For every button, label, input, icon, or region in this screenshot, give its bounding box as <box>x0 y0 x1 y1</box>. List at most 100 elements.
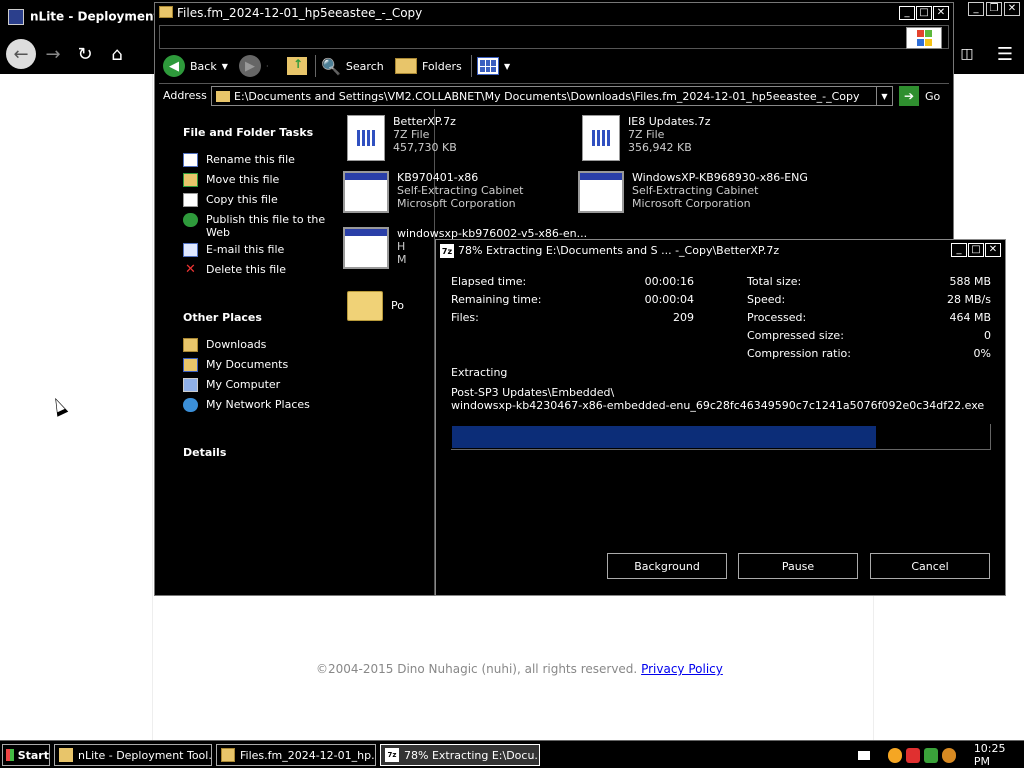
sidebar-icon[interactable]: ◫ <box>952 39 982 69</box>
speed-label: Speed: <box>747 293 786 306</box>
explorer-titlebar[interactable]: Files.fm_2024-12-01_hp5eeastee_-_Copy _ … <box>155 3 953 23</box>
task-copy[interactable]: Copy this file <box>183 193 326 207</box>
7zip-icon: 7z <box>385 748 399 762</box>
file-item[interactable]: IE8 Updates.7z 7Z File 356,942 KB <box>582 115 711 161</box>
toolbar-separator <box>471 55 472 77</box>
file-item[interactable]: BetterXP.7z 7Z File 457,730 KB <box>347 115 457 161</box>
explorer-window-controls: _ □ ✕ <box>899 6 949 20</box>
task-delete[interactable]: ✕ Delete this file <box>183 263 326 277</box>
exe-file-icon <box>343 171 389 213</box>
folders-button[interactable]: Folders <box>395 54 462 78</box>
progress-bar <box>451 424 991 450</box>
explorer-toolbar: ◀ Back ▼ ▶ · ↑ 🔍 Search Folders ▼ <box>159 51 949 81</box>
folders-label: Folders <box>422 59 462 73</box>
cancel-button[interactable]: Cancel <box>870 553 990 579</box>
compression-ratio-value: 0% <box>973 347 991 360</box>
search-icon[interactable] <box>941 747 956 763</box>
up-folder-icon: ↑ <box>287 57 307 75</box>
remaining-time-label: Remaining time: <box>451 293 542 306</box>
task-label: Move this file <box>206 173 280 186</box>
nlite-favicon-icon <box>8 9 24 25</box>
processed-value: 464 MB <box>949 311 991 324</box>
compressed-size-value: 0 <box>984 329 991 342</box>
place-downloads[interactable]: Downloads <box>183 338 326 352</box>
task-publish[interactable]: Publish this file to the Web <box>183 213 326 239</box>
minimize-icon[interactable]: _ <box>899 6 915 20</box>
address-input[interactable]: E:\Documents and Settings\VM2.COLLABNET\… <box>211 86 893 106</box>
task-move[interactable]: Move this file <box>183 173 326 187</box>
dialog-title: 78% Extracting E:\Documents and S ... -_… <box>458 244 780 257</box>
pause-button[interactable]: Pause <box>738 553 858 579</box>
privacy-policy-link[interactable]: Privacy Policy <box>641 662 723 676</box>
maximize-icon[interactable]: □ <box>916 6 932 20</box>
back-button[interactable]: ◀ Back ▼ <box>163 54 228 78</box>
file-item[interactable]: WindowsXP-KB968930-x86-ENG Self-Extracti… <box>578 171 808 213</box>
shield-icon[interactable] <box>905 747 920 763</box>
back-arrow-icon: ◀ <box>163 55 185 77</box>
toolbar-separator <box>315 55 316 77</box>
up-folder-button[interactable]: ↑ <box>287 54 307 78</box>
background-button[interactable]: Background <box>607 553 727 579</box>
file-item[interactable]: KB970401-x86 Self-Extracting Cabinet Mic… <box>343 171 523 213</box>
start-button[interactable]: Start <box>2 744 50 766</box>
compressed-size-label: Compressed size: <box>747 329 844 342</box>
close-icon[interactable]: ✕ <box>985 243 1001 257</box>
go-arrow-icon: ➔ <box>899 86 919 106</box>
network-icon[interactable] <box>923 747 938 763</box>
address-label: Address <box>163 89 207 102</box>
restore-icon[interactable]: ❐ <box>986 2 1002 16</box>
clock[interactable]: 10:25 PM <box>974 742 1022 768</box>
chevron-down-icon[interactable]: · <box>266 62 269 71</box>
task-label: E-mail this file <box>206 243 285 256</box>
task-rename[interactable]: Rename this file <box>183 153 326 167</box>
back-arrow-icon[interactable]: ← <box>6 39 36 69</box>
views-button[interactable]: ▼ <box>477 54 510 78</box>
processed-label: Processed: <box>747 311 807 324</box>
forward-arrow-icon[interactable]: → <box>38 39 68 69</box>
maximize-icon[interactable]: □ <box>968 243 984 257</box>
taskbar-item-explorer[interactable]: Files.fm_2024-12-01_hp... <box>216 744 376 766</box>
reload-icon[interactable]: ↻ <box>70 39 100 69</box>
place-network[interactable]: My Network Places <box>183 398 326 412</box>
search-button[interactable]: 🔍 Search <box>321 54 384 78</box>
total-size-value: 588 MB <box>949 275 991 288</box>
taskbar-item-label: 78% Extracting E:\Docu... <box>404 748 540 762</box>
publish-icon <box>183 213 198 227</box>
go-button[interactable]: ➔ Go <box>899 86 940 106</box>
file-company: Microsoft Corporation <box>632 197 751 210</box>
email-icon <box>183 243 198 257</box>
progress-fill <box>452 426 876 448</box>
dialog-titlebar[interactable]: 7z 78% Extracting E:\Documents and S ...… <box>436 240 1005 262</box>
elapsed-time-label: Elapsed time: <box>451 275 527 288</box>
taskbar-item-extract[interactable]: 7z 78% Extracting E:\Docu... <box>380 744 540 766</box>
chevron-down-icon[interactable]: ▼ <box>876 87 892 105</box>
forward-button[interactable]: ▶ · <box>239 54 269 78</box>
details-title[interactable]: Details <box>183 446 226 459</box>
my-computer-icon <box>183 378 198 392</box>
back-label: Back <box>190 59 217 73</box>
home-icon[interactable]: ⌂ <box>102 39 132 69</box>
folder-icon <box>216 91 230 102</box>
taskbar-item-nlite[interactable]: nLite - Deployment Tool... <box>54 744 212 766</box>
keyboard-icon[interactable] <box>858 750 871 760</box>
place-label: My Computer <box>206 378 281 391</box>
menu-bar <box>159 25 949 49</box>
close-icon[interactable]: ✕ <box>1004 2 1020 16</box>
other-places-title[interactable]: Other Places <box>183 311 262 324</box>
file-tasks-title[interactable]: File and Folder Tasks <box>183 126 313 139</box>
place-my-documents[interactable]: My Documents <box>183 358 326 372</box>
chevron-down-icon[interactable]: ▼ <box>222 62 228 71</box>
page-footer: ©2004-2015 Dino Nuhagic (nuhi), all righ… <box>316 662 723 676</box>
file-type: 7Z File <box>393 128 430 141</box>
folder-item[interactable]: Po <box>347 285 404 321</box>
my-documents-icon <box>183 358 198 372</box>
speed-value: 28 MB/s <box>947 293 991 306</box>
smiley-icon[interactable] <box>887 747 902 763</box>
task-email[interactable]: E-mail this file <box>183 243 326 257</box>
close-icon[interactable]: ✕ <box>933 6 949 20</box>
place-my-computer[interactable]: My Computer <box>183 378 326 392</box>
dialog-window-controls: _ □ ✕ <box>951 243 1001 257</box>
hamburger-menu-icon[interactable]: ☰ <box>990 39 1020 69</box>
minimize-icon[interactable]: _ <box>968 2 984 16</box>
minimize-icon[interactable]: _ <box>951 243 967 257</box>
